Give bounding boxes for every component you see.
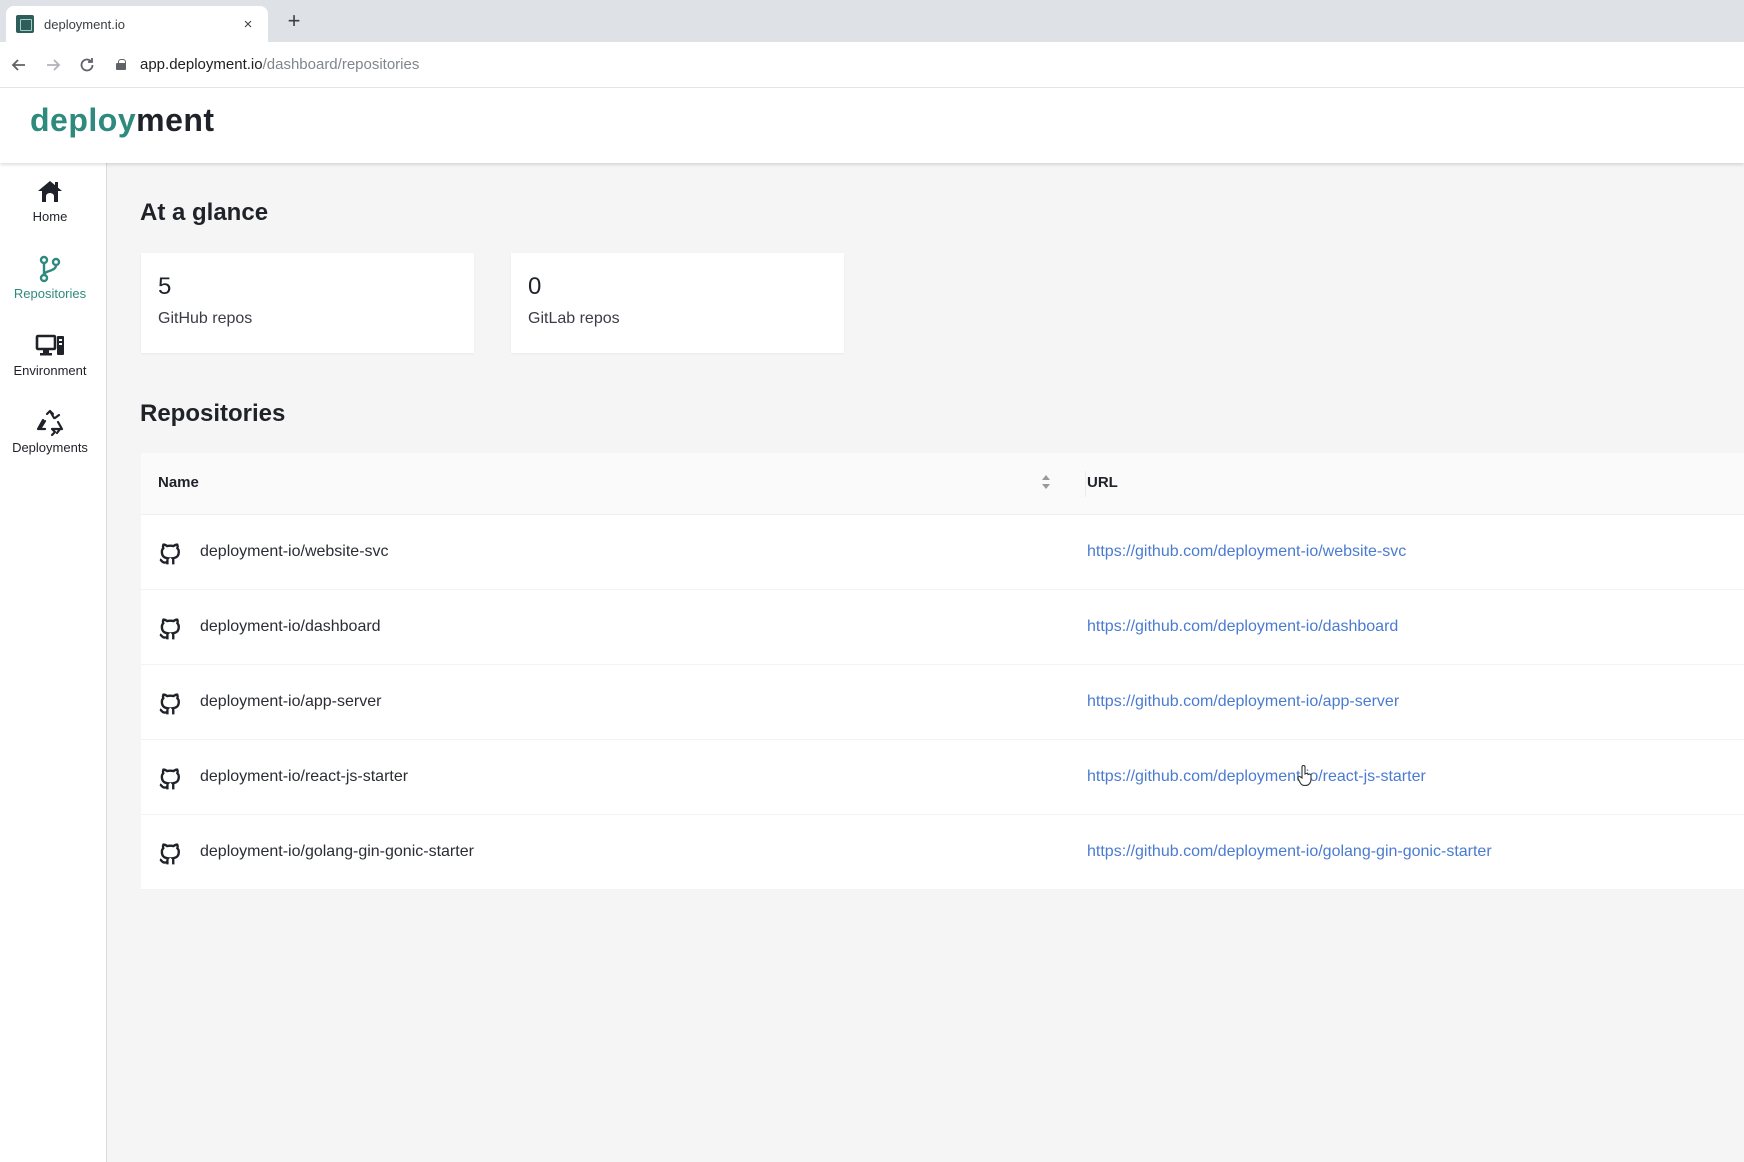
repo-url-link[interactable]: https://github.com/deployment-io/website… (1087, 543, 1406, 561)
tab-close-button[interactable]: × (238, 16, 258, 33)
devices-icon (35, 334, 64, 356)
repo-name: deployment-io/react-js-starter (200, 768, 409, 785)
hand-cursor-icon (1297, 765, 1312, 786)
repositories-heading: Repositories (140, 400, 286, 427)
recycle-icon (36, 409, 64, 437)
table-header: Name URL (141, 453, 1744, 515)
repo-url-link[interactable]: https://github.com/deployment-io/app-ser… (1087, 693, 1399, 711)
github-icon (159, 843, 180, 865)
url-host: app.deployment.io (140, 56, 263, 73)
table-row[interactable]: deployment-io/react-js-starter https://gi… (141, 740, 1744, 815)
stat-label: GitLab repos (528, 310, 620, 327)
home-icon (38, 181, 62, 202)
glance-heading: At a glance (140, 199, 269, 226)
sidebar-item-label: Environment (13, 363, 87, 378)
main-content: At a glance 5 GitHub repos 0 GitLab repo… (107, 163, 1744, 1162)
repo-name: deployment-io/website-svc (200, 543, 389, 560)
repositories-table: Name URL deployment-io/website-svc https:… (141, 453, 1744, 890)
sidebar-item-label: Deployments (12, 440, 88, 455)
address-bar: app.deployment.io/dashboard/repositories (0, 42, 1744, 88)
repo-url-link[interactable]: https://github.com/deployment-io/golang-… (1087, 843, 1492, 861)
sidebar-item-home[interactable]: Home (0, 177, 100, 224)
sidebar-item-label: Repositories (13, 286, 87, 301)
github-icon (159, 543, 180, 565)
sidebar-item-environment[interactable]: Environment (0, 331, 100, 378)
column-header-url: URL (1087, 474, 1118, 491)
branch-icon (39, 255, 61, 283)
sidebar-item-label: Home (32, 209, 68, 224)
repo-name: deployment-io/golang-gin-gonic-starter (200, 843, 474, 860)
sidebar: Home Repositories Environment Deployment… (0, 163, 107, 1162)
forward-button[interactable] (36, 48, 70, 82)
url-path: /dashboard/repositories (262, 56, 420, 73)
column-divider (1085, 471, 1086, 497)
stat-value: 0 (528, 273, 542, 300)
reload-button[interactable] (70, 48, 104, 82)
github-icon (159, 768, 180, 790)
arrow-right-icon (47, 58, 61, 71)
table-row[interactable]: deployment-io/golang-gin-gonic-starter ht… (141, 815, 1744, 890)
repo-name: deployment-io/app-server (200, 693, 382, 710)
reload-icon (80, 57, 94, 71)
sidebar-item-repositories[interactable]: Repositories (0, 254, 100, 301)
table-row[interactable]: deployment-io/app-server https://github.c… (141, 665, 1744, 740)
sort-icon[interactable] (1039, 471, 1053, 495)
repo-url-link[interactable]: https://github.com/deployment-io/react-j… (1087, 768, 1426, 786)
stat-value: 5 (158, 273, 172, 300)
stat-card-github: 5 GitHub repos (141, 253, 474, 353)
site-favicon-icon (16, 15, 34, 33)
app-logo[interactable]: deployment (30, 102, 215, 139)
tab-title: deployment.io (44, 16, 125, 32)
github-icon (159, 693, 180, 715)
url-field[interactable]: app.deployment.io/dashboard/repositories (116, 56, 419, 73)
logo-text-accent: deploy (30, 102, 137, 138)
repo-name: deployment-io/dashboard (200, 618, 381, 635)
column-header-name[interactable]: Name (158, 474, 199, 491)
sidebar-item-deployments[interactable]: Deployments (0, 408, 100, 455)
logo-text-dark: ment (136, 102, 215, 138)
stat-card-gitlab: 0 GitLab repos (511, 253, 844, 353)
repo-url-link[interactable]: https://github.com/deployment-io/dashboa… (1087, 618, 1398, 636)
lock-icon (116, 59, 126, 70)
browser-tab-bar: deployment.io × + (0, 0, 1744, 42)
table-row[interactable]: deployment-io/website-svc https://github.… (141, 515, 1744, 590)
table-row[interactable]: deployment-io/dashboard https://github.co… (141, 590, 1744, 665)
back-button[interactable] (2, 48, 36, 82)
github-icon (159, 618, 180, 640)
stat-label: GitHub repos (158, 310, 253, 327)
app-header: deployment (0, 88, 1744, 163)
arrow-left-icon (11, 58, 25, 71)
new-tab-button[interactable]: + (282, 9, 306, 33)
browser-tab[interactable]: deployment.io × (6, 6, 268, 42)
